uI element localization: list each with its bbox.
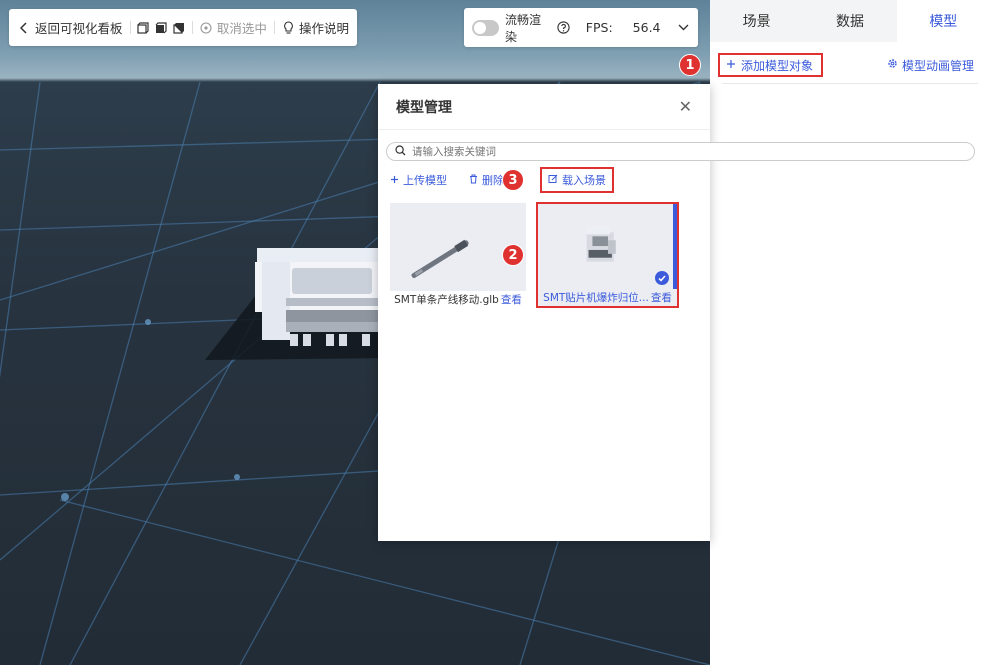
model-animation-manage-label: 模型动画管理: [901, 58, 974, 73]
render-status-panel: 流畅渲染 FPS: 56.4: [464, 8, 698, 47]
model-manager-modal: 模型管理 ✕ 上传模型 删除 载入场景: [378, 84, 975, 541]
lightbulb-icon: [281, 21, 295, 35]
help-label: 操作说明: [299, 21, 350, 36]
model-name: SMT单条产线移动.glb 查看: [390, 291, 526, 308]
front-view-icon[interactable]: [137, 21, 149, 35]
panel-divider: [722, 83, 978, 84]
load-scene-button[interactable]: 载入场景: [540, 167, 614, 193]
plus-icon: [726, 58, 736, 72]
model-actions: 添加模型对象 模型动画管理: [710, 42, 990, 88]
delete-button[interactable]: 删除: [469, 172, 504, 188]
tab-data[interactable]: 数据: [803, 0, 896, 42]
upload-model-label: 上传模型: [403, 174, 447, 187]
close-icon[interactable]: ✕: [679, 97, 692, 116]
model-animation-manage-button[interactable]: 模型动画管理: [887, 57, 974, 74]
add-model-object-button[interactable]: 添加模型对象: [718, 53, 824, 77]
search-field[interactable]: [386, 142, 975, 161]
load-scene-label: 载入场景: [562, 174, 606, 187]
help-button[interactable]: 操作说明: [281, 18, 349, 37]
upload-model-button[interactable]: 上传模型: [390, 172, 447, 188]
modal-header: 模型管理 ✕: [378, 84, 710, 130]
plus-icon: [390, 174, 399, 187]
edit-icon: [548, 174, 558, 187]
tab-model[interactable]: 模型: [896, 0, 990, 42]
selected-check-icon: [655, 271, 669, 285]
deselect-label: 取消选中: [216, 21, 267, 36]
model-name: SMT贴片机爆炸归位... 查看: [538, 289, 677, 306]
view-model-link[interactable]: 查看: [501, 292, 522, 307]
step-badge-3: 3: [502, 169, 524, 191]
right-panel: 场景 数据 模型 添加模型对象 模型动画管理: [710, 0, 990, 665]
step-badge-1: 1: [679, 54, 701, 76]
gear-icon: [887, 58, 898, 72]
model-card-selected[interactable]: SMT贴片机爆炸归位... 查看: [536, 202, 679, 308]
question-icon[interactable]: [556, 21, 570, 35]
target-icon: [199, 21, 213, 35]
search-icon: [395, 144, 406, 159]
search-input[interactable]: [412, 145, 612, 158]
back-label: 返回可视化看板: [35, 21, 123, 36]
smooth-render-label: 流畅渲染: [505, 12, 542, 44]
chevron-down-icon[interactable]: [677, 21, 691, 35]
delete-label: 删除: [482, 174, 504, 187]
top-view-icon[interactable]: [155, 21, 167, 35]
smooth-render-toggle[interactable]: [472, 19, 499, 36]
deselect-button[interactable]: 取消选中: [199, 18, 267, 37]
fps-value: 56.4: [632, 20, 661, 35]
scene-toolbar: 返回可视化看板 取消选中 操作说明: [9, 9, 357, 46]
tab-scene[interactable]: 场景: [710, 0, 803, 42]
smt-machine-model: [255, 248, 387, 346]
back-to-dashboard-button[interactable]: 返回可视化看板: [17, 18, 123, 37]
side-view-icon[interactable]: [173, 21, 185, 35]
fps-label: FPS:: [585, 20, 613, 35]
panel-tabs: 场景 数据 模型: [710, 0, 990, 42]
chevron-left-icon: [17, 21, 31, 35]
trash-icon: [469, 174, 478, 187]
step-badge-2: 2: [502, 244, 524, 266]
view-model-link[interactable]: 查看: [651, 290, 672, 305]
add-model-object-label: 添加模型对象: [741, 58, 814, 73]
modal-title: 模型管理: [396, 99, 452, 116]
